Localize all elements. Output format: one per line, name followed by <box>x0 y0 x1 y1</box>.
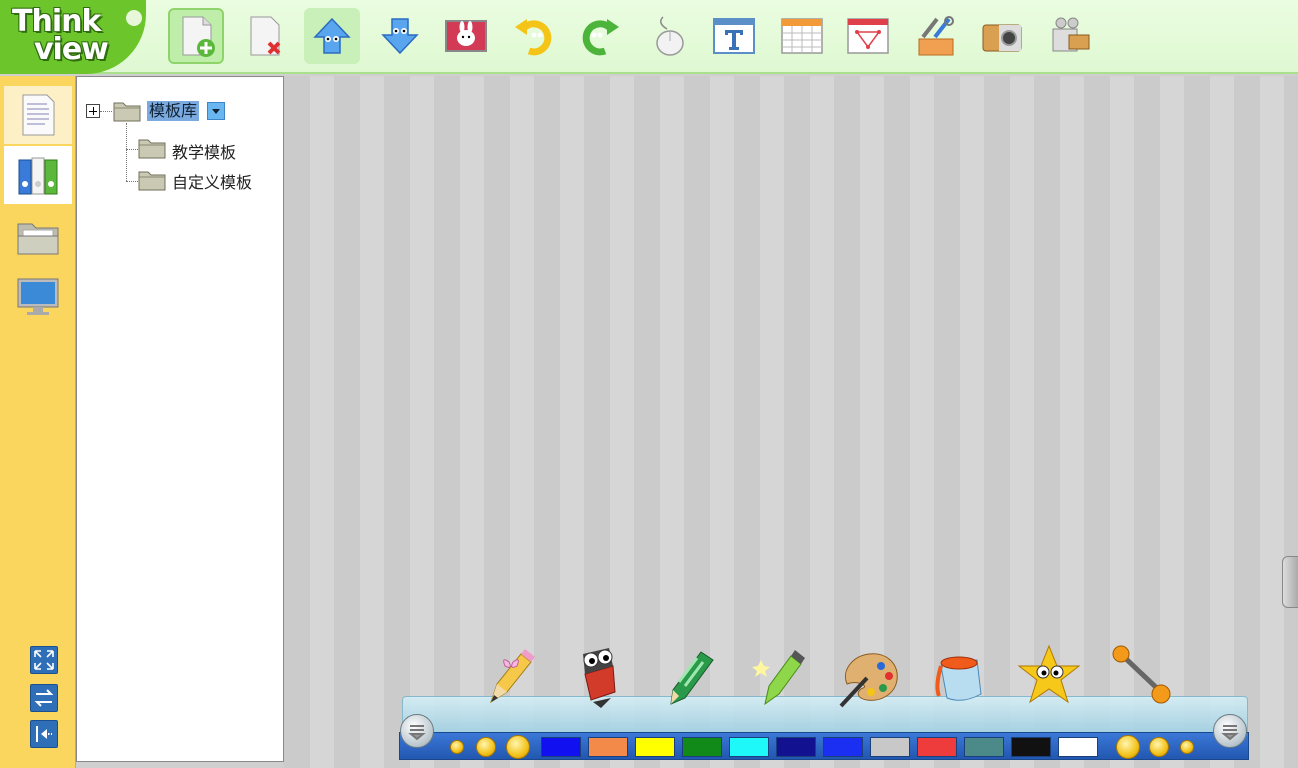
previous-page-button[interactable] <box>304 8 360 64</box>
marker-tool[interactable] <box>566 636 636 710</box>
fullscreen-button[interactable] <box>30 646 58 674</box>
star-icon <box>1017 644 1081 704</box>
text-icon <box>713 18 755 54</box>
magic-star-tool[interactable] <box>1014 636 1084 710</box>
crayon-tool[interactable] <box>654 636 724 710</box>
arrow-up-icon <box>313 17 351 54</box>
sidebar-item-templates[interactable] <box>4 146 72 204</box>
color-swatch[interactable] <box>776 737 816 757</box>
collapse-button[interactable] <box>30 720 58 748</box>
collapse-left-icon <box>36 726 52 742</box>
shape-button[interactable] <box>840 8 896 64</box>
mouse-button[interactable] <box>640 8 696 64</box>
pen-size-large[interactable] <box>506 735 530 759</box>
video-camera-icon <box>1052 17 1090 52</box>
pencil-icon <box>490 649 535 704</box>
palette-tool[interactable] <box>834 636 904 710</box>
app-logo: Think view <box>0 0 152 74</box>
monitor-icon <box>17 278 59 315</box>
undo-button[interactable] <box>506 8 562 64</box>
highlighter-tool[interactable] <box>744 636 814 710</box>
folder-icon <box>138 137 166 159</box>
text-button[interactable] <box>706 8 762 64</box>
left-sidebar <box>0 76 76 768</box>
arrow-down-icon <box>381 18 419 55</box>
line-icon <box>1112 645 1171 704</box>
pen-size-small[interactable] <box>450 740 464 754</box>
folder-icon <box>113 100 141 122</box>
color-swatch[interactable] <box>588 737 628 757</box>
color-swatch[interactable] <box>635 737 675 757</box>
top-toolbar: Think view <box>0 0 1298 74</box>
logo-text-view: view <box>34 32 109 67</box>
color-swatch[interactable] <box>1011 737 1051 757</box>
pencil-tool[interactable] <box>476 636 546 710</box>
expand-toggle[interactable] <box>86 104 100 118</box>
switch-button[interactable] <box>30 684 58 712</box>
swap-icon <box>34 689 54 707</box>
color-swatch[interactable] <box>917 737 957 757</box>
sidebar-item-pages[interactable] <box>4 86 72 144</box>
palette-icon <box>839 653 898 708</box>
new-page-icon <box>182 16 215 57</box>
table-button[interactable] <box>774 8 830 64</box>
trash-can-icon[interactable] <box>1282 556 1298 608</box>
color-swatch[interactable] <box>823 737 863 757</box>
color-swatch[interactable] <box>682 737 722 757</box>
delete-page-button[interactable] <box>236 8 292 64</box>
sidebar-item-screen[interactable] <box>4 268 72 326</box>
tree-root-label[interactable]: 模板库 <box>147 101 200 121</box>
color-swatch[interactable] <box>870 737 910 757</box>
camera-button[interactable] <box>974 8 1030 64</box>
folder-icon <box>138 169 166 191</box>
tools-button[interactable] <box>908 8 964 64</box>
template-tree: 模板库 教学模板 自定义模板 <box>76 76 284 762</box>
color-swatch[interactable] <box>1058 737 1098 757</box>
sidebar-item-resources[interactable] <box>4 208 72 266</box>
eraser-size-small[interactable] <box>1180 740 1194 754</box>
color-swatch[interactable] <box>964 737 1004 757</box>
shape-icon <box>847 18 889 54</box>
tree-item-custom-templates[interactable]: 自定义模板 <box>172 169 252 193</box>
crayon-icon <box>670 651 714 705</box>
new-page-button[interactable] <box>168 8 224 64</box>
folder-icon <box>17 223 59 255</box>
bucket-icon <box>935 656 982 701</box>
background-button[interactable] <box>438 8 494 64</box>
root-dropdown-button[interactable] <box>207 102 225 120</box>
redo-icon <box>582 19 619 56</box>
fill-bucket-tool[interactable] <box>924 636 994 710</box>
color-swatch[interactable] <box>729 737 769 757</box>
picture-frame-icon <box>445 20 487 52</box>
expand-icon <box>34 650 54 670</box>
line-tool[interactable] <box>1106 636 1176 710</box>
tray-toggle-icon <box>1221 725 1239 741</box>
tray-right-toggle[interactable] <box>1213 714 1247 748</box>
eraser-size-medium[interactable] <box>1149 737 1169 757</box>
marker-icon <box>583 648 616 708</box>
tree-item-teaching-templates[interactable]: 教学模板 <box>172 139 236 163</box>
video-button[interactable] <box>1042 8 1098 64</box>
mouse-icon <box>656 16 684 56</box>
table-icon <box>781 18 823 54</box>
pen-size-medium[interactable] <box>476 737 496 757</box>
undo-icon <box>515 19 552 56</box>
color-swatch[interactable] <box>541 737 581 757</box>
binders-icon <box>18 157 58 195</box>
highlighter-icon <box>752 650 805 706</box>
eraser-size-large[interactable] <box>1116 735 1140 759</box>
delete-page-icon <box>250 16 281 56</box>
document-icon <box>22 94 55 136</box>
camera-icon <box>982 24 1022 52</box>
next-page-button[interactable] <box>372 8 428 64</box>
tray-left-toggle[interactable] <box>400 714 434 748</box>
tray-toggle-icon <box>408 725 426 741</box>
redo-button[interactable] <box>572 8 628 64</box>
toolbox-icon <box>918 16 954 56</box>
